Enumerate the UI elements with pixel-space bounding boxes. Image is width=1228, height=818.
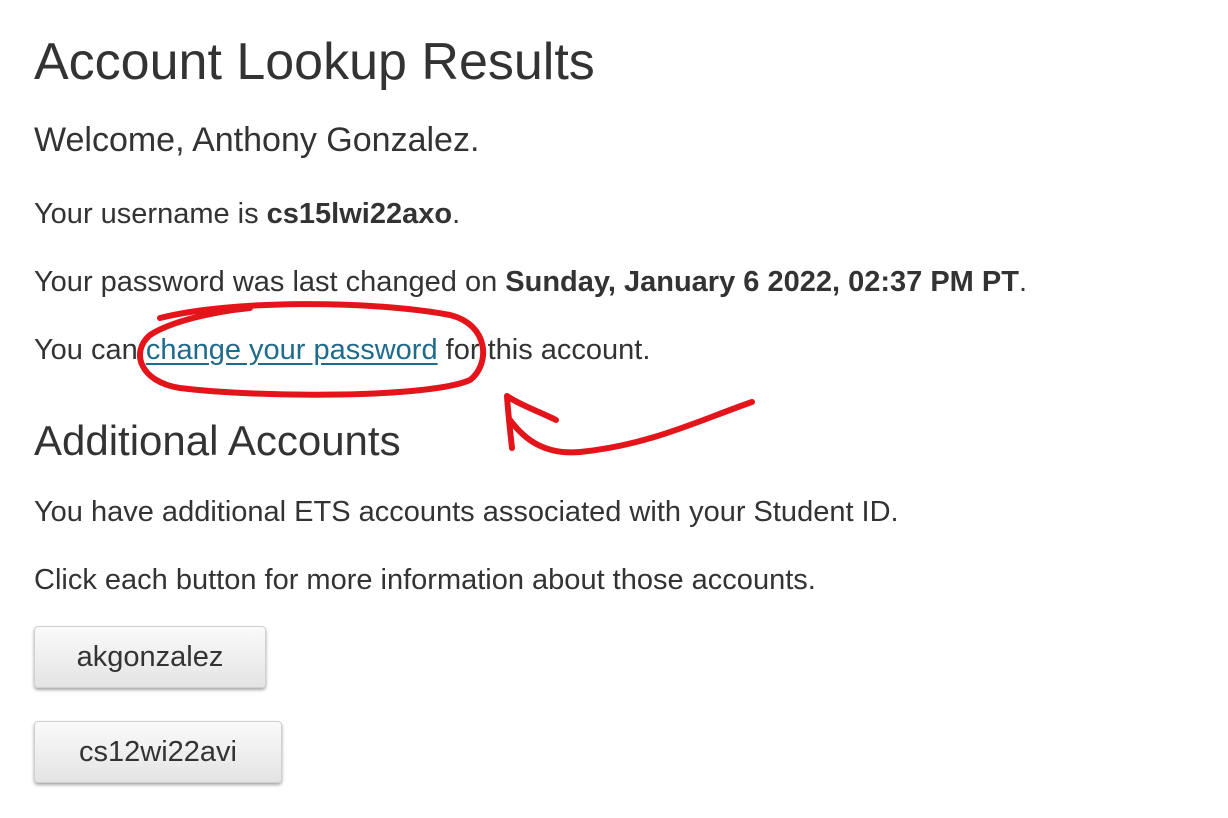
password-changed-date: Sunday, January 6 2022, 02:37 PM PT <box>505 266 1019 298</box>
change-password-line: You can change your password for this ac… <box>34 331 650 369</box>
username-suffix: . <box>452 198 461 230</box>
password-prefix: Your password was last changed on <box>34 266 506 298</box>
username-value: cs15lwi22axo <box>266 198 453 230</box>
username-line: Your username is cs15lwi22axo. <box>34 195 460 233</box>
password-changed-line: Your password was last changed on Sunday… <box>34 263 1027 301</box>
additional-accounts-heading: Additional Accounts <box>34 417 401 464</box>
account-button-akgonzalez[interactable]: akgonzalez <box>34 626 266 688</box>
red-arrow-annotation <box>507 399 755 456</box>
additional-accounts-instruction: Click each button for more information a… <box>34 564 816 596</box>
change-prefix: You can <box>34 334 146 366</box>
page-title: Account Lookup Results <box>34 33 595 91</box>
change-password-link[interactable]: change your password <box>146 334 438 366</box>
additional-accounts-description: You have additional ETS accounts associa… <box>34 496 899 528</box>
red-arrowhead-annotation <box>504 393 559 451</box>
change-suffix: for this account. <box>437 334 651 366</box>
welcome-message: Welcome, Anthony Gonzalez. <box>34 121 480 159</box>
username-prefix: Your username is <box>34 198 267 230</box>
password-suffix: . <box>1018 266 1027 298</box>
account-button-cs12wi22avi[interactable]: cs12wi22avi <box>34 721 282 783</box>
